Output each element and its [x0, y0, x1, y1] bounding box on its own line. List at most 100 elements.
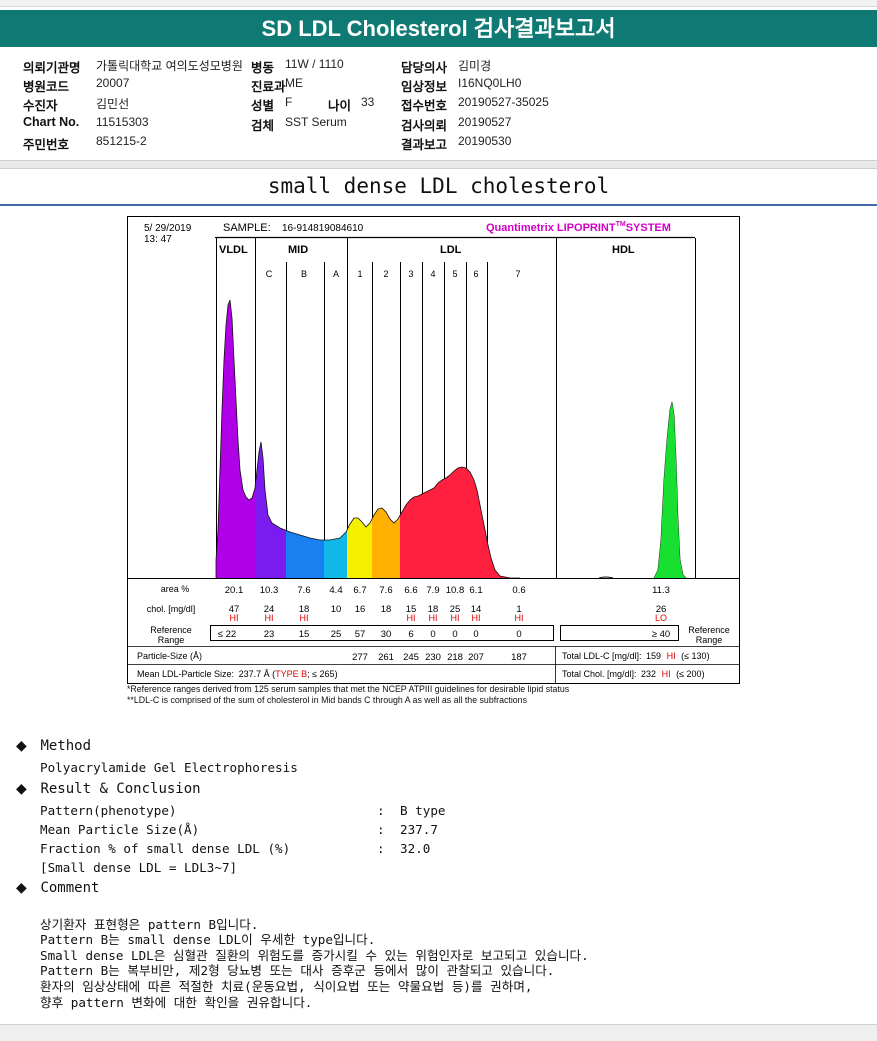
report-time: 13: 47 — [144, 234, 172, 245]
ref-value-4: 0 — [430, 629, 435, 640]
result-label-pattern: Pattern(phenotype) — [40, 803, 177, 818]
ref-value-B: 15 — [299, 629, 310, 640]
comment-heading-text: Comment — [40, 880, 100, 896]
diamond-bullet-icon: ◆ — [16, 781, 27, 797]
result-label-fraction: Fraction % of small dense LDL (%) — [40, 841, 291, 856]
system-suffix: SYSTEM — [626, 222, 671, 234]
band-label-4: 4 — [430, 269, 435, 279]
mean-type: TYPE B — [275, 669, 307, 679]
lipoprint-figure: 5/ 29/2019 13: 47 SAMPLE: 16-91481908461… — [127, 216, 740, 684]
ref-value-6: 0 — [473, 629, 478, 640]
flag-3: HI — [407, 613, 416, 623]
band-label-5: 5 — [452, 269, 457, 279]
chol-value-A: 10 — [331, 604, 342, 615]
flag-6: HI — [472, 613, 481, 623]
area-value-HDL: 11.3 — [652, 585, 670, 596]
ref-value-3: 6 — [408, 629, 413, 640]
report-date: 5/ 29/2019 — [144, 223, 192, 234]
area-value-A: 4.4 — [329, 585, 342, 596]
particle-size-1: 277 — [352, 652, 368, 663]
method-heading: ◆ Method — [16, 738, 91, 754]
flag-VLDL: HI — [230, 613, 239, 623]
ref-value-1: 57 — [355, 629, 366, 640]
total-chol-value: 232 — [641, 669, 656, 679]
diamond-bullet-icon: ◆ — [16, 880, 27, 896]
diamond-bullet-icon: ◆ — [16, 738, 27, 754]
band-label-7: 7 — [515, 269, 520, 279]
system-tm: TM — [616, 221, 626, 228]
particle-size-6: 207 — [468, 652, 484, 663]
area-value-5: 10.8 — [446, 585, 465, 596]
ref-value-2: 30 — [381, 629, 392, 640]
sample-id: 16-914819084610 — [282, 223, 364, 234]
comment-body: 상기환자 표현형은 pattern B입니다. Pattern B는 small … — [40, 901, 589, 1026]
mean-suffix: ; ≤ 265) — [307, 669, 337, 679]
comment-line: Pattern B는 small dense LDL이 우세한 type입니다. — [40, 932, 376, 948]
particle-size-2: 261 — [378, 652, 394, 663]
method-text: Polyacrylamide Gel Electrophoresis — [40, 760, 298, 775]
band-label-2: 2 — [383, 269, 388, 279]
group-hdl: HDL — [612, 244, 635, 256]
band-label-A: A — [333, 269, 339, 279]
chol-value-2: 18 — [381, 604, 392, 615]
result-value-fraction: 32.0 — [400, 841, 431, 856]
particle-size-3: 245 — [403, 652, 419, 663]
result-heading: ◆ Result & Conclusion — [16, 781, 201, 797]
comment-line: 환자의 임상상태에 따른 적절한 치료(운동요법, 식이요법 또는 약물요법 등… — [40, 978, 533, 994]
area-value-VLDL: 20.1 — [225, 585, 244, 596]
band-label-6: 6 — [473, 269, 478, 279]
comment-line: 상기환자 표현형은 pattern B입니다. — [40, 916, 259, 932]
result-note: [Small dense LDL = LDL3~7] — [40, 860, 238, 875]
comment-heading: ◆ Comment — [16, 880, 99, 896]
result-heading-text: Result & Conclusion — [40, 781, 201, 797]
total-ldl-value: 159 — [646, 651, 661, 661]
group-mid: MID — [288, 244, 308, 256]
flag-7: HI — [515, 613, 524, 623]
ref-label-right-1: Reference — [688, 625, 730, 635]
result-label-size: Mean Particle Size(Å) — [40, 822, 200, 837]
result-sep-size: : — [377, 822, 385, 837]
result-value-size: 237.7 — [400, 822, 438, 837]
area-value-6: 6.1 — [469, 585, 482, 596]
flag-4: HI — [429, 613, 438, 623]
comment-line: Small dense LDL은 심혈관 질환의 위험도를 증가시킬 수 있는 … — [40, 947, 589, 963]
area-value-2: 7.6 — [379, 585, 392, 596]
comment-line: Pattern B는 복부비만, 제2형 당뇨병 또는 대사 증후군 등에서 많… — [40, 963, 555, 979]
mean-label: Mean LDL-Particle Size: — [137, 669, 234, 679]
ref-value-7: 0 — [516, 629, 521, 640]
result-sep-pattern: : — [377, 803, 385, 818]
total-chol-ref: (≤ 200) — [676, 669, 704, 679]
area-value-C: 10.3 — [260, 585, 279, 596]
result-value-pattern: B type — [400, 803, 446, 818]
area-value-7: 0.6 — [512, 585, 525, 596]
area-value-4: 7.9 — [426, 585, 439, 596]
particle-size-7: 187 — [511, 652, 527, 663]
chol-value-1: 16 — [355, 604, 366, 615]
area-value-B: 7.6 — [297, 585, 310, 596]
footnote-2: **LDL-C is comprised of the sum of chole… — [127, 695, 527, 705]
total-ldl: Total LDL-C [mg/dl]: 159 HI (≤ 130) — [562, 651, 710, 661]
flag-C: HI — [265, 613, 274, 623]
particle-size-label: Particle-Size (Å) — [137, 651, 202, 661]
ref-value-A: 25 — [331, 629, 342, 640]
ref-value-C: 23 — [264, 629, 275, 640]
band-label-C: C — [266, 269, 273, 279]
band-label-3: 3 — [408, 269, 413, 279]
ref-value-VLDL: ≤ 22 — [218, 629, 236, 640]
row-ref-label-2: Range — [158, 635, 185, 645]
group-ldl: LDL — [440, 244, 462, 256]
total-ldl-label: Total LDL-C [mg/dl]: — [562, 651, 642, 661]
flag-B: HI — [300, 613, 309, 623]
system-name-main: Quantimetrix LIPOPRINT — [486, 222, 616, 234]
row-ref-label-1: Reference — [150, 625, 192, 635]
comment-line: 향후 pattern 변화에 대한 확인을 권유합니다. — [40, 994, 313, 1010]
flag-5: HI — [451, 613, 460, 623]
row-area-label: area % — [161, 584, 190, 594]
band-label-B: B — [301, 269, 307, 279]
bottom-strip — [0, 1024, 877, 1041]
result-sep-fraction: : — [377, 841, 385, 856]
ref-value-HDL: ≥ 40 — [652, 629, 670, 640]
ref-value-5: 0 — [452, 629, 457, 640]
sample-label: SAMPLE: — [223, 222, 271, 234]
total-chol-label: Total Chol. [mg/dl]: — [562, 669, 637, 679]
